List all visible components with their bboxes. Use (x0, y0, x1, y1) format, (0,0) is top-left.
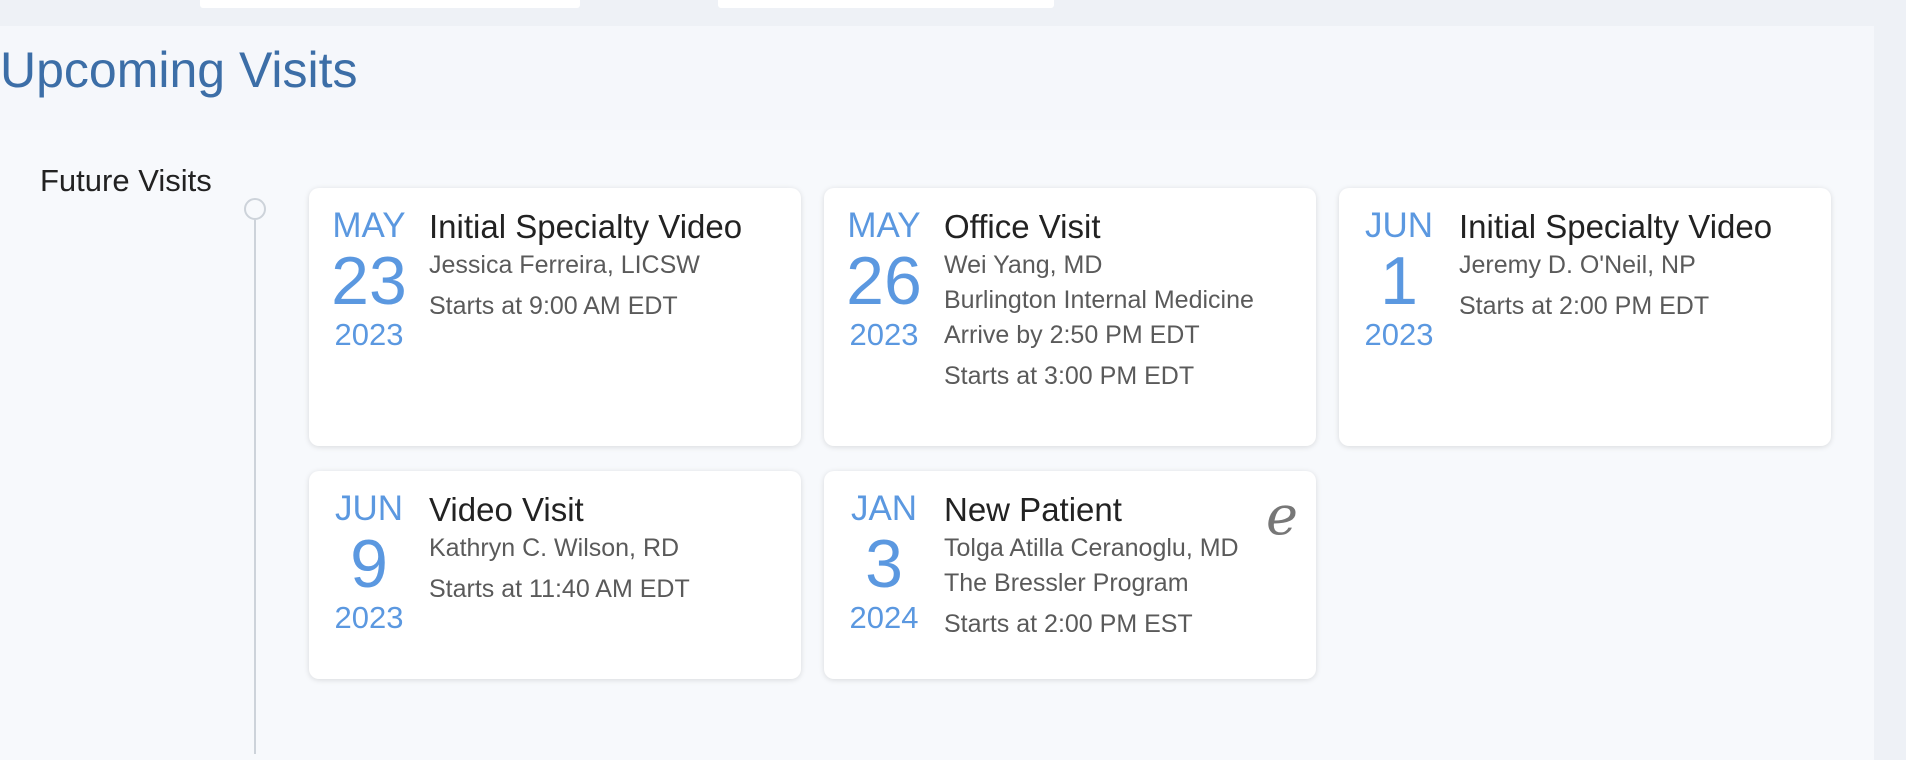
visit-day: 1 (1380, 243, 1418, 319)
visit-start-time: Starts at 2:00 PM EDT (1459, 292, 1710, 320)
timeline-line (254, 220, 256, 754)
visit-day: 9 (350, 526, 388, 602)
visit-info: Office Visit Wei Yang, MD Burlington Int… (944, 206, 1284, 394)
visit-date: MAY 23 2023 (331, 208, 407, 350)
visit-date: MAY 26 2023 (846, 208, 922, 350)
visit-date: JUN 9 2023 (331, 491, 407, 633)
visit-month: JUN (334, 489, 404, 528)
visit-provider: Wei Yang, MD (944, 251, 1103, 279)
visit-card[interactable]: MAY 26 2023 Office Visit Wei Yang, MD Bu… (824, 188, 1316, 446)
filter-input-1[interactable] (200, 0, 580, 8)
visit-month: JUN (1364, 206, 1434, 245)
visit-day: 23 (331, 243, 407, 319)
visit-day: 3 (865, 526, 903, 602)
top-filter-strip (0, 0, 1876, 26)
visit-title: Initial Specialty Video (429, 208, 743, 245)
visit-year: 2023 (334, 317, 404, 352)
visit-provider: Tolga Atilla Ceranoglu, MD (944, 534, 1239, 562)
timeline-dot (244, 198, 266, 220)
filter-input-2[interactable] (718, 0, 1054, 8)
panel-header: Upcoming Visits (0, 26, 1874, 130)
visit-start-time: Starts at 3:00 PM EDT (944, 362, 1195, 390)
external-organization-icon: e (1266, 484, 1298, 547)
visit-month: MAY (847, 206, 921, 245)
visit-title: Video Visit (429, 491, 584, 528)
visit-title: Initial Specialty Video (1459, 208, 1773, 245)
visit-start-time: Starts at 2:00 PM EST (944, 610, 1193, 638)
visit-provider: Jessica Ferreira, LICSW (429, 251, 700, 279)
visit-card[interactable]: MAY 23 2023 Initial Specialty Video Jess… (309, 188, 801, 446)
scrollbar-track[interactable] (1874, 0, 1906, 760)
visit-date: JAN 3 2024 (846, 491, 922, 633)
visit-year: 2023 (1364, 317, 1434, 352)
visit-year: 2023 (849, 317, 919, 352)
visit-date: JUN 1 2023 (1361, 208, 1437, 350)
visit-location: Burlington Internal Medicine (944, 286, 1254, 314)
upcoming-visits-panel: Upcoming Visits Future Visits MAY 23 202… (0, 26, 1874, 760)
visit-title: New Patient (944, 491, 1122, 528)
visit-provider: Kathryn C. Wilson, RD (429, 534, 680, 562)
visit-start-time: Starts at 9:00 AM EDT (429, 292, 678, 320)
visit-year: 2024 (849, 600, 919, 635)
visit-provider: Jeremy D. O'Neil, NP (1459, 251, 1696, 279)
visit-card[interactable]: JUN 1 2023 Initial Specialty Video Jerem… (1339, 188, 1831, 446)
visit-info: Initial Specialty Video Jeremy D. O'Neil… (1459, 206, 1799, 324)
visit-card[interactable]: JUN 9 2023 Video Visit Kathryn C. Wilson… (309, 471, 801, 679)
visit-day: 26 (846, 243, 922, 319)
future-visits-label: Future Visits (40, 163, 212, 198)
visit-arrive-time: Arrive by 2:50 PM EDT (944, 321, 1200, 349)
page-title: Upcoming Visits (0, 42, 358, 98)
visit-info: Video Visit Kathryn C. Wilson, RD Starts… (429, 489, 769, 607)
visit-info: Initial Specialty Video Jessica Ferreira… (429, 206, 769, 324)
visit-card[interactable]: JAN 3 2024 New Patient Tolga Atilla Cera… (824, 471, 1316, 679)
visit-year: 2023 (334, 600, 404, 635)
visit-location: The Bressler Program (944, 569, 1189, 597)
visit-title: Office Visit (944, 208, 1101, 245)
visit-month: MAY (332, 206, 406, 245)
visit-info: New Patient Tolga Atilla Ceranoglu, MD T… (944, 489, 1284, 642)
upcoming-visits-page: Upcoming Visits Future Visits MAY 23 202… (0, 0, 1906, 760)
visit-start-time: Starts at 11:40 AM EDT (429, 575, 690, 603)
visit-month: JAN (850, 489, 918, 528)
